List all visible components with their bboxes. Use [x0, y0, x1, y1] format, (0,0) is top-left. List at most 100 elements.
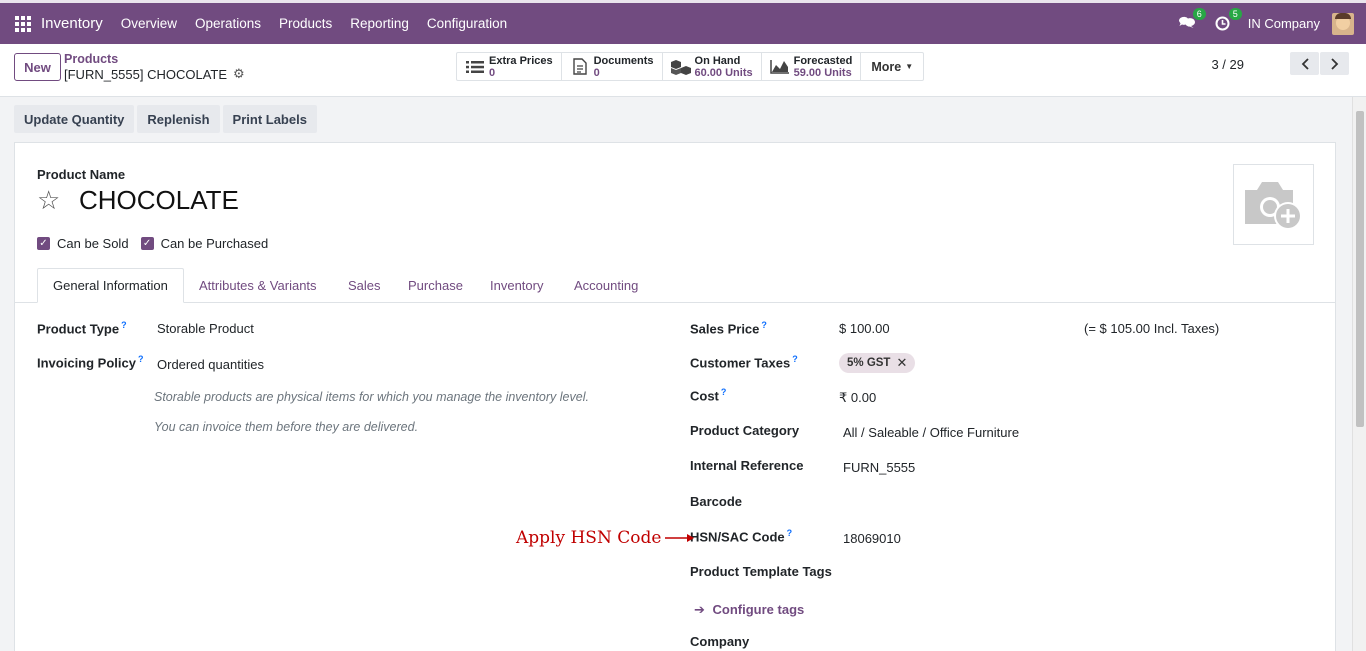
hsn-sac-code-label: HSN/SAC Code? [690, 528, 793, 545]
product-type-field[interactable]: Storable Product [157, 321, 254, 336]
stat-forecasted[interactable]: Forecasted 59.00 Units [762, 53, 862, 80]
can-be-sold-checkbox[interactable]: ✓ Can be Sold [37, 236, 129, 251]
help-text-storable: Storable products are physical items for… [154, 390, 589, 404]
user-avatar[interactable] [1332, 12, 1354, 35]
invoicing-policy-label: Invoicing Policy? [37, 354, 144, 371]
action-buttons: Update Quantity Replenish Print Labels [14, 105, 320, 133]
form-sheet: Product Name ☆ CHOCOLATE ✓ Can be Sold ✓… [14, 142, 1336, 651]
tab-accounting[interactable]: Accounting [559, 268, 653, 303]
stat-on-hand[interactable]: On Hand 60.00 Units [663, 53, 762, 80]
help-tooltip-icon[interactable]: ? [761, 320, 767, 330]
sales-price-field[interactable]: $ 100.00 [839, 321, 890, 336]
stat-value: 60.00 Units [694, 66, 753, 79]
stat-label: Documents [593, 54, 654, 67]
chevron-left-icon [1301, 57, 1309, 70]
help-tooltip-icon[interactable]: ? [121, 320, 127, 330]
messages-badge: 6 [1192, 7, 1206, 20]
messages-icon[interactable]: 6 [1176, 7, 1206, 35]
company-switcher[interactable]: IN Company [1248, 16, 1320, 31]
product-name-label: Product Name [37, 167, 126, 182]
hsn-sac-code-field[interactable]: 18069010 [843, 531, 901, 546]
cost-label: Cost? [690, 387, 727, 404]
product-category-field[interactable]: All / Saleable / Office Furniture [843, 425, 1019, 440]
tab-sales[interactable]: Sales [333, 268, 396, 303]
app-grid-icon[interactable] [15, 15, 31, 32]
internal-reference-field[interactable]: FURN_5555 [843, 460, 915, 475]
pager-next-button[interactable] [1320, 52, 1349, 75]
new-button[interactable]: New [14, 53, 61, 81]
area-chart-icon [769, 58, 790, 76]
product-name-input[interactable]: CHOCOLATE [79, 185, 239, 216]
product-category-label: Product Category [690, 423, 800, 438]
checkmark-icon: ✓ [140, 237, 154, 250]
star-icon[interactable]: ☆ [37, 185, 60, 216]
replenish-button[interactable]: Replenish [137, 105, 220, 133]
camera-plus-icon [1244, 181, 1302, 230]
breadcrumb-current-label: [FURN_5555] CHOCOLATE [64, 66, 228, 82]
help-tooltip-icon[interactable]: ? [721, 387, 727, 397]
pager-previous-button[interactable] [1290, 52, 1319, 75]
can-be-purchased-checkbox[interactable]: ✓ Can be Purchased [140, 236, 269, 251]
menu-configuration[interactable]: Configuration [427, 16, 507, 31]
help-tooltip-icon[interactable]: ? [792, 354, 798, 364]
can-be-purchased-label: Can be Purchased [160, 236, 269, 251]
barcode-field[interactable] [843, 490, 1283, 514]
more-label: More [871, 59, 902, 74]
breadcrumb-current: [FURN_5555] CHOCOLATE ⚙ [64, 66, 245, 82]
stat-value: 59.00 Units [793, 66, 852, 79]
tab-purchase[interactable]: Purchase [393, 268, 478, 303]
activities-clock-icon[interactable]: 5 [1212, 7, 1242, 35]
cost-field[interactable]: ₹ 0.00 [839, 390, 876, 406]
document-icon [570, 58, 590, 76]
breadcrumb-products[interactable]: Products [64, 52, 118, 66]
app-name[interactable]: Inventory [41, 15, 103, 32]
pager-value[interactable]: 3 / 29 [1211, 57, 1244, 72]
list-icon [465, 58, 485, 76]
menu-products[interactable]: Products [279, 16, 332, 31]
update-quantity-button[interactable]: Update Quantity [14, 105, 135, 133]
barcode-label: Barcode [690, 494, 743, 509]
stat-label: Extra Prices [489, 54, 553, 67]
sales-price-incl-taxes: (= $ 105.00 Incl. Taxes) [1084, 321, 1220, 336]
more-dropdown[interactable]: More ▼ [861, 53, 923, 80]
customer-taxes-label: Customer Taxes? [690, 354, 798, 371]
tab-attributes-variants[interactable]: Attributes & Variants [184, 268, 332, 303]
sales-price-label: Sales Price? [690, 320, 767, 337]
tax-tag: 5% GST ✕ [839, 353, 916, 373]
stat-extra-prices[interactable]: Extra Prices 0 [457, 53, 562, 80]
product-type-label: Product Type? [37, 320, 127, 337]
help-tooltip-icon[interactable]: ? [138, 354, 144, 364]
menu-operations[interactable]: Operations [195, 16, 261, 31]
form-tabs: General Information Attributes & Variant… [15, 268, 1335, 303]
checkmark-icon: ✓ [37, 237, 50, 250]
product-image-upload[interactable] [1233, 164, 1314, 245]
menu-overview[interactable]: Overview [121, 16, 177, 31]
scrollbar-thumb[interactable] [1356, 111, 1364, 427]
chevron-right-icon [1330, 57, 1338, 70]
menu-reporting[interactable]: Reporting [350, 16, 409, 31]
help-tooltip-icon[interactable]: ? [787, 528, 793, 538]
stat-value: 0 [489, 66, 496, 79]
configure-tags-link[interactable]: ➔ Configure tags [694, 602, 804, 618]
arrow-right-icon: ➔ [694, 602, 705, 617]
customer-taxes-field[interactable]: 5% GST ✕ [839, 353, 916, 373]
stat-documents[interactable]: Documents 0 [562, 53, 663, 80]
caret-down-icon: ▼ [905, 62, 914, 71]
tab-general-information[interactable]: General Information [37, 268, 184, 303]
can-be-sold-label: Can be Sold [57, 236, 129, 251]
gear-icon[interactable]: ⚙ [233, 66, 245, 82]
stat-label: Forecasted [793, 54, 853, 67]
company-label: Company [690, 634, 750, 649]
help-text-invoice: You can invoice them before they are del… [154, 420, 419, 434]
main-menu: Overview Operations Products Reporting C… [121, 16, 525, 31]
invoicing-policy-field[interactable]: Ordered quantities [157, 357, 264, 372]
remove-tag-icon[interactable]: ✕ [896, 355, 907, 371]
arrow-right-icon [665, 534, 695, 542]
control-panel: New Products [FURN_5555] CHOCOLATE ⚙ Ext… [0, 44, 1366, 97]
annotation-text: Apply HSN Code [516, 528, 662, 548]
tab-inventory[interactable]: Inventory [475, 268, 558, 303]
product-template-tags-label: Product Template Tags [690, 564, 832, 579]
print-labels-button[interactable]: Print Labels [222, 105, 317, 133]
smart-buttons: Extra Prices 0 Documents 0 On Hand 60.00 Un… [456, 52, 925, 81]
page-scrollbar[interactable] [1352, 97, 1366, 651]
